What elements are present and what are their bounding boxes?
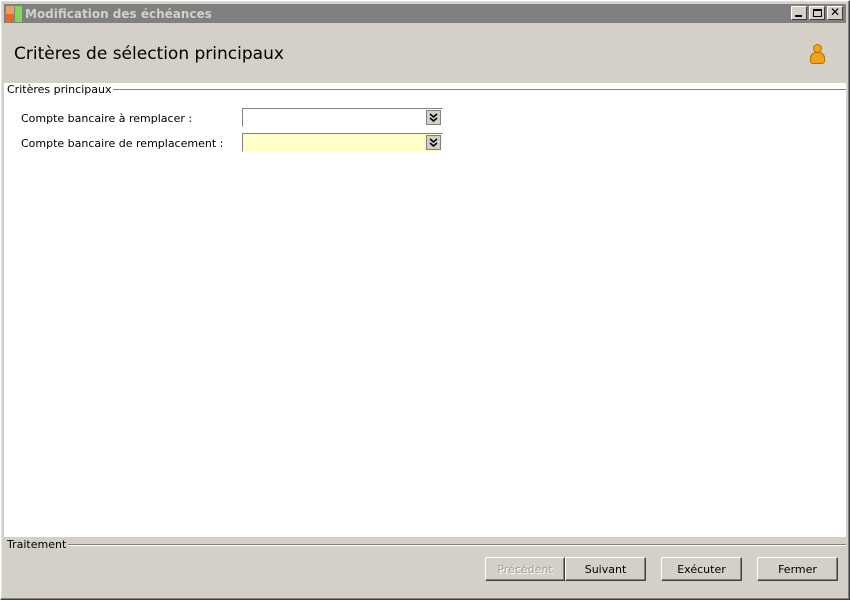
previous-button[interactable]: Précédent — [485, 557, 565, 581]
window-title: Modification des échéances — [25, 6, 212, 21]
maximize-button[interactable] — [809, 6, 825, 20]
title-bar[interactable]: Modification des échéances ✕ — [4, 4, 846, 23]
criteria-panel: Critères principaux Compte bancaire à re… — [4, 83, 846, 537]
replacement-account-label: Compte bancaire de remplacement : — [21, 137, 224, 150]
criteria-legend: Critères principaux — [7, 83, 114, 96]
group-divider — [62, 544, 846, 546]
processing-legend: Traitement — [7, 538, 69, 551]
account-to-replace-label: Compte bancaire à remplacer : — [21, 112, 193, 125]
double-chevron-down-icon — [429, 113, 438, 122]
minimize-icon — [795, 15, 802, 17]
maximize-icon — [813, 9, 822, 17]
close-button[interactable]: Fermer — [757, 557, 838, 581]
replacement-account-combo[interactable] — [242, 133, 443, 152]
execute-button[interactable]: Exécuter — [661, 557, 742, 581]
user-icon[interactable] — [810, 44, 825, 64]
minimize-button[interactable] — [791, 6, 807, 20]
page-title: Critères de sélection principaux — [14, 44, 284, 64]
account-to-replace-dropdown-button[interactable] — [426, 110, 441, 125]
processing-panel: Traitement Précédent Suivant Exécuter Fe… — [4, 538, 846, 598]
window-controls: ✕ — [789, 5, 843, 20]
criteria-group: Critères principaux Compte bancaire à re… — [4, 83, 846, 537]
replacement-account-dropdown-button[interactable] — [426, 135, 441, 150]
app-icon — [6, 5, 22, 22]
next-button[interactable]: Suivant — [565, 557, 646, 581]
close-icon: ✕ — [829, 5, 841, 19]
dialog-window: Modification des échéances ✕ Critères de… — [0, 0, 850, 600]
account-to-replace-combo[interactable] — [242, 108, 443, 127]
close-window-button[interactable]: ✕ — [827, 5, 843, 20]
group-divider — [96, 89, 846, 91]
page-header: Critères de sélection principaux — [4, 24, 846, 82]
double-chevron-down-icon — [429, 138, 438, 147]
